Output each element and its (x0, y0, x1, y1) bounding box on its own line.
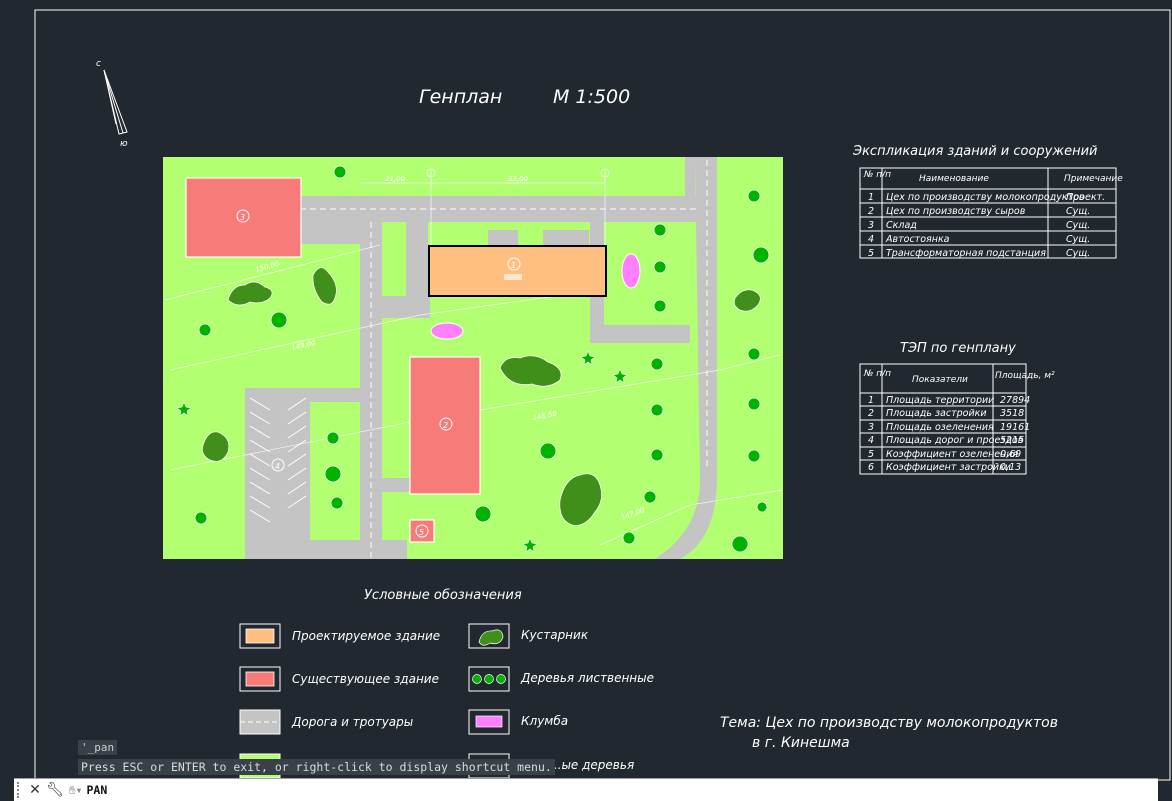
tep-row-num: 2 (868, 408, 874, 419)
legend-existing-building: Существующее здание (239, 666, 439, 692)
explication-row-num: 3 (868, 220, 874, 231)
north-arrow-icon (103, 69, 128, 135)
deciduous-trees-icon (472, 674, 506, 684)
svg-text:Клумба: Клумба (521, 714, 568, 728)
plan-scale: М 1:500 (553, 86, 630, 108)
grip-handle[interactable] (17, 782, 25, 798)
svg-text:3: 3 (240, 213, 245, 222)
svg-text:Деревья лиственные: Деревья лиственные (520, 671, 654, 685)
tep-row-num: 5 (868, 449, 874, 460)
legend-flowerbed: Клумба (468, 709, 568, 735)
explication-row-num: 4 (868, 234, 874, 245)
north-label: с (96, 59, 101, 69)
explication-header-name: Наименование (919, 174, 989, 184)
explication-row-name: Цех по производству молокопродуктов (886, 192, 1085, 203)
svg-text:1: 1 (511, 261, 516, 270)
explication-row-note: Проект. (1066, 192, 1105, 203)
flowerbed-swatch (475, 715, 503, 728)
command-input-text: PAN (86, 783, 108, 797)
drawing-canvas[interactable]: с ю Генплан М 1:500 150,00 149,00 148,50… (0, 0, 1172, 800)
building-3: 3 (185, 177, 302, 258)
legend-deciduous-trees: Деревья лиственные (468, 666, 654, 692)
tep-row-num: 3 (868, 422, 874, 433)
explication-row-note: Сущ. (1066, 234, 1090, 245)
svg-text:5: 5 (419, 528, 424, 537)
command-line-bar: ✕ 🔧︎ ✋︎▾ PAN (14, 778, 1158, 801)
dimension-label: 33,00 (508, 175, 529, 183)
tep-row-value: 27894 (1000, 395, 1030, 406)
command-input[interactable]: ✋︎▾ PAN (65, 780, 1158, 800)
svg-text:2: 2 (443, 421, 448, 430)
legend-title: Условные обозначения (364, 588, 522, 603)
svg-text:Кустарник: Кустарник (521, 628, 589, 642)
svg-text:...ые деревья: ...ые деревья (550, 758, 634, 772)
explication-title: Экспликация зданий и сооружений (852, 144, 1098, 159)
explication-header-note: Примечание (1064, 174, 1123, 184)
tep-row-indicator: Площадь озеленения (886, 422, 994, 433)
tep-row-value: 5215 (1000, 435, 1024, 446)
tep-row-value: 0,13 (1000, 462, 1021, 473)
explication-row-name: Цех по производству сыров (886, 206, 1026, 217)
legend-designed-building: Проектируемое здание (239, 623, 440, 649)
explication-row-num: 5 (868, 248, 874, 259)
tep-row-indicator: Коэффициент застройки (886, 462, 1011, 473)
tep-row-num: 1 (868, 395, 874, 406)
explication-row-name: Трансформаторная подстанция (886, 248, 1046, 259)
svg-text:4: 4 (275, 462, 280, 471)
flowerbed (621, 253, 641, 289)
explication-row-note: Сущ. (1066, 206, 1090, 217)
tep-header-num: № п/п (863, 369, 891, 379)
explication-row-num: 2 (868, 206, 874, 217)
tep-row-indicator: Коэффициент озеленения (886, 449, 1019, 460)
svg-text:Проектируемое здание: Проектируемое здание (292, 629, 440, 643)
explication-row-name: Склад (886, 220, 917, 231)
explication-row-num: 1 (868, 192, 874, 203)
theme-line-1: Тема: Цех по производству молокопродукто… (720, 715, 1058, 731)
tep-row-num: 6 (868, 462, 874, 473)
command-prompt-message: Press ESC or ENTER to exit, or right-cli… (78, 759, 555, 775)
tep-row-value: 0,69 (1000, 449, 1021, 460)
legend-shrub: Кустарник (468, 623, 589, 649)
close-icon[interactable]: ✕ (25, 780, 45, 800)
site-plan: 150,00 149,00 148,50 147,00 21,00 33,00 … (163, 157, 783, 559)
building-5: 5 (409, 519, 435, 543)
tep-row-value: 19161 (1000, 422, 1030, 433)
existing-building-swatch (245, 671, 275, 687)
tep-title: ТЭП по генплану (900, 341, 1016, 356)
svg-text:Существующее здание: Существующее здание (292, 672, 439, 686)
wrench-icon[interactable]: 🔧︎ (45, 780, 65, 800)
tep-row-indicator: Площадь застройки (886, 408, 987, 419)
legend-road: Дорога и тротуары (239, 709, 413, 735)
flowerbed (430, 322, 464, 340)
designed-building-swatch (245, 628, 275, 644)
tep-row-value: 3518 (1000, 408, 1024, 419)
tep-row-num: 4 (868, 435, 874, 446)
command-history: '_pan (78, 740, 118, 755)
dimension-label: 21,00 (385, 175, 406, 183)
theme-line-2: в г. Кинешма (752, 735, 850, 751)
explication-row-note: Сущ. (1066, 220, 1090, 231)
explication-header-num: № п/п (863, 170, 891, 180)
tep-header-area: Площадь, м² (995, 371, 1055, 381)
building-2: 2 (409, 356, 481, 495)
tep-header-indicator: Показатели (912, 375, 968, 385)
shrub-icon (478, 629, 504, 646)
svg-text:Дорога и тротуары: Дорога и тротуары (291, 715, 413, 729)
explication-row-note: Сущ. (1066, 248, 1090, 259)
plan-title: Генплан (419, 86, 502, 108)
south-label: ю (120, 139, 128, 149)
tep-row-indicator: Площадь территории (886, 395, 994, 406)
explication-row-name: Автостоянка (885, 234, 950, 245)
pan-hand-icon: ✋︎▾ (69, 782, 83, 797)
